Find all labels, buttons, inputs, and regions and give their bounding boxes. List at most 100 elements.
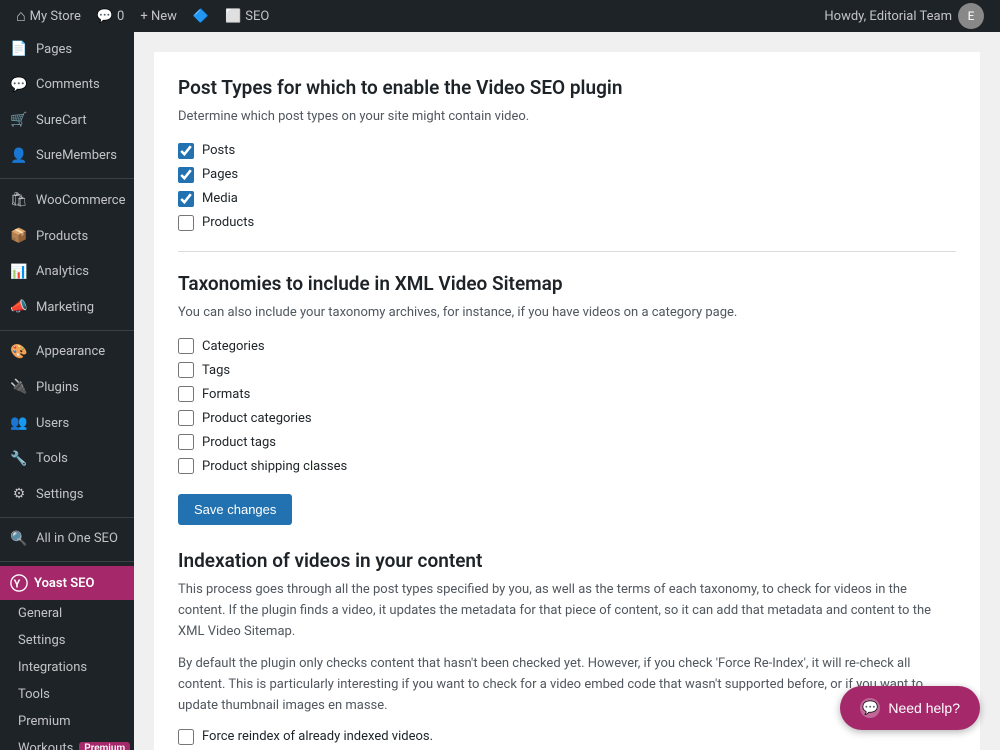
checkbox-categories[interactable]: Categories: [178, 338, 956, 354]
checkbox-label: Categories: [202, 339, 265, 354]
checkbox-product-categories[interactable]: Product categories: [178, 410, 956, 426]
checkbox-formats[interactable]: Formats: [178, 386, 956, 402]
sidebar: 📄 Pages 💬 Comments 🛒 SureCart 👤 SureMemb…: [0, 32, 134, 750]
checkbox-product-categories-input[interactable]: [178, 410, 194, 426]
sidebar-label: Settings: [36, 486, 83, 504]
force-reindex-checkbox[interactable]: Force reindex of already indexed videos.: [178, 729, 956, 745]
user-avatar: E: [958, 3, 984, 29]
sidebar-item-products[interactable]: 📦 Products: [0, 219, 134, 255]
sidebar-item-tools[interactable]: 🔧 Tools: [0, 442, 134, 478]
sidebar-item-comments[interactable]: 💬 Comments: [0, 68, 134, 104]
sidebar-item-plugins[interactable]: 🔌 Plugins: [0, 370, 134, 406]
section-divider1: [178, 251, 956, 252]
sidebar-item-pages[interactable]: 📄 Pages: [0, 32, 134, 68]
indexation-section: Indexation of videos in your content Thi…: [178, 549, 956, 750]
indexation-para2: By default the plugin only checks conten…: [178, 654, 956, 716]
checkbox-products-input[interactable]: [178, 215, 194, 231]
submenu-integrations[interactable]: Integrations: [0, 654, 134, 681]
taxonomies-desc: You can also include your taxonomy archi…: [178, 303, 956, 323]
submenu-label: Settings: [18, 633, 65, 648]
checkbox-posts-input[interactable]: [178, 143, 194, 159]
sidebar-label: Users: [36, 415, 69, 433]
checkbox-label: Products: [202, 215, 254, 230]
sidebar-item-appearance[interactable]: 🎨 Appearance: [0, 335, 134, 371]
sidebar-item-suremembers[interactable]: 👤 SureMembers: [0, 139, 134, 175]
checkbox-pages-input[interactable]: [178, 167, 194, 183]
menu-sep4: [0, 561, 134, 562]
sidebar-item-settings[interactable]: ⚙ Settings: [0, 477, 134, 513]
seo-icon: ⬜: [225, 9, 241, 24]
checkbox-product-tags-input[interactable]: [178, 434, 194, 450]
checkbox-label: Pages: [202, 167, 238, 182]
adminbar-comments[interactable]: 💬 0: [89, 0, 133, 32]
checkbox-label: Formats: [202, 387, 250, 402]
need-help-button[interactable]: 💬 Need help?: [840, 686, 980, 730]
submenu-workouts[interactable]: Workouts Premium: [0, 735, 134, 750]
submenu-settings[interactable]: Settings: [0, 627, 134, 654]
sidebar-label: Appearance: [36, 343, 105, 361]
yoast-logo-icon: Y: [10, 574, 28, 592]
checkbox-posts[interactable]: Posts: [178, 143, 956, 159]
submenu-label: General: [18, 606, 62, 621]
checkbox-tags-input[interactable]: [178, 362, 194, 378]
sidebar-label: Plugins: [36, 379, 79, 397]
checkbox-label: Product categories: [202, 411, 312, 426]
sidebar-yoast-header[interactable]: Y Yoast SEO: [0, 566, 134, 600]
checkbox-shipping-classes-input[interactable]: [178, 458, 194, 474]
checkbox-product-tags[interactable]: Product tags: [178, 434, 956, 450]
indexation-title: Indexation of videos in your content: [178, 549, 956, 572]
adminbar-right: Howdy, Editorial Team E: [816, 3, 992, 29]
adminbar-site[interactable]: ⌂ My Store: [8, 0, 89, 32]
adminbar-seo[interactable]: ⬜ SEO: [217, 0, 277, 32]
submenu-label: Integrations: [18, 660, 87, 675]
sidebar-label: Pages: [36, 41, 72, 59]
sidebar-label: SureCart: [36, 112, 87, 130]
sidebar-item-woocommerce[interactable]: 🛍 WooCommerce: [0, 183, 134, 219]
checkbox-formats-input[interactable]: [178, 386, 194, 402]
post-types-title: Post Types for which to enable the Video…: [178, 76, 956, 99]
marketing-icon: 📣: [10, 298, 28, 318]
post-types-checkboxes: Posts Pages Media Products: [178, 143, 956, 231]
need-help-label: Need help?: [888, 700, 960, 716]
sidebar-item-aioseo[interactable]: 🔍 All in One SEO: [0, 522, 134, 558]
adminbar-yoast[interactable]: 🔷: [185, 0, 217, 32]
sidebar-item-analytics[interactable]: 📊 Analytics: [0, 255, 134, 291]
checkbox-media[interactable]: Media: [178, 191, 956, 207]
adminbar-howdy[interactable]: Howdy, Editorial Team E: [816, 3, 992, 29]
sidebar-item-surecart[interactable]: 🛒 SureCart: [0, 103, 134, 139]
checkbox-pages[interactable]: Pages: [178, 167, 956, 183]
post-types-desc: Determine which post types on your site …: [178, 107, 956, 127]
yoast-label: Yoast SEO: [34, 576, 94, 591]
indexation-para1: This process goes through all the post t…: [178, 580, 956, 642]
checkbox-label: Posts: [202, 143, 235, 158]
checkbox-media-input[interactable]: [178, 191, 194, 207]
submenu-general[interactable]: General: [0, 600, 134, 627]
yoast-icon: 🔷: [193, 9, 209, 24]
premium-badge: Premium: [79, 742, 130, 750]
checkbox-tags[interactable]: Tags: [178, 362, 956, 378]
force-reindex-input[interactable]: [178, 729, 194, 745]
sidebar-label: Comments: [36, 76, 100, 94]
howdy-text: Howdy, Editorial Team: [824, 9, 952, 24]
comments-icon: 💬: [10, 76, 28, 96]
sidebar-item-users[interactable]: 👥 Users: [0, 406, 134, 442]
tools-icon: 🔧: [10, 450, 28, 470]
submenu-label: Premium: [18, 714, 71, 729]
sidebar-label: All in One SEO: [36, 530, 118, 548]
sidebar-label: Marketing: [36, 299, 94, 317]
checkbox-products[interactable]: Products: [178, 215, 956, 231]
admin-bar: ⌂ My Store 💬 0 + New 🔷 ⬜ SEO Howdy, Edit…: [0, 0, 1000, 32]
save-changes-button[interactable]: Save changes: [178, 494, 292, 525]
checkbox-categories-input[interactable]: [178, 338, 194, 354]
submenu-label: Tools: [18, 687, 50, 702]
submenu-label: Workouts: [18, 741, 73, 750]
adminbar-new[interactable]: + New: [132, 0, 185, 32]
checkbox-shipping-classes[interactable]: Product shipping classes: [178, 458, 956, 474]
products-icon: 📦: [10, 227, 28, 247]
checkbox-label: Media: [202, 191, 238, 206]
surecart-icon: 🛒: [10, 111, 28, 131]
submenu-tools[interactable]: Tools: [0, 681, 134, 708]
sidebar-item-marketing[interactable]: 📣 Marketing: [0, 290, 134, 326]
submenu-premium[interactable]: Premium: [0, 708, 134, 735]
analytics-icon: 📊: [10, 263, 28, 283]
